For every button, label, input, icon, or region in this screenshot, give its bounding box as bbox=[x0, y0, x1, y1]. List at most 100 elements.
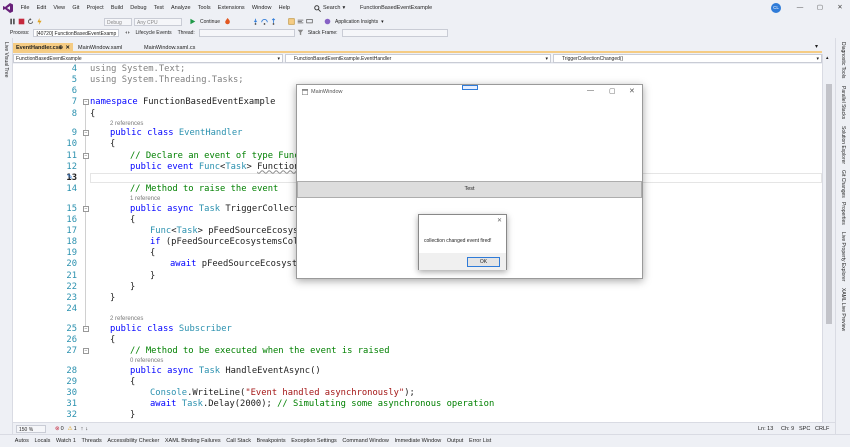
split-icon[interactable]: ▴ bbox=[826, 55, 829, 61]
restart-icon[interactable] bbox=[27, 18, 34, 25]
search-box[interactable]: Search ▾ bbox=[314, 3, 345, 13]
code-line[interactable]: // Declare an event of type Func< bbox=[130, 151, 305, 161]
code-line[interactable]: } bbox=[110, 293, 115, 303]
menu-extensions[interactable]: Extensions bbox=[214, 0, 248, 16]
properties-tab[interactable]: Properties bbox=[840, 202, 846, 225]
tool-tab-breakpoints[interactable]: Breakpoints bbox=[254, 435, 289, 447]
step-out-icon[interactable] bbox=[270, 18, 277, 25]
tab-mainwindow-xaml[interactable]: MainWindow.xaml bbox=[75, 43, 125, 53]
xaml-live-preview-tab[interactable]: XAML Live Preview bbox=[840, 288, 846, 331]
code-line[interactable]: } bbox=[150, 271, 155, 281]
continue-button[interactable]: Continue bbox=[200, 19, 220, 25]
parallel-stacks-tab[interactable]: Parallel Stacks bbox=[840, 86, 846, 119]
code-line[interactable]: { bbox=[110, 335, 115, 345]
codelens-references[interactable]: 0 references bbox=[130, 358, 163, 364]
menu-debug[interactable]: Debug bbox=[127, 0, 150, 16]
tool-tab-autos[interactable]: Autos bbox=[12, 435, 32, 447]
menu-edit[interactable]: Edit bbox=[33, 0, 50, 16]
configuration-dropdown[interactable]: Debug bbox=[104, 17, 132, 26]
highlight-icon[interactable] bbox=[288, 18, 295, 25]
code-line[interactable]: { bbox=[110, 139, 115, 149]
status-crlf[interactable]: CRLF bbox=[815, 426, 829, 432]
tool-tab-exception-settings[interactable]: Exception Settings bbox=[288, 435, 339, 447]
nav-down-icon[interactable]: ↓ bbox=[85, 426, 88, 432]
thread-dropdown[interactable] bbox=[198, 28, 295, 37]
close-icon[interactable]: ✕ bbox=[65, 43, 70, 53]
nav-up-icon[interactable]: ↑ bbox=[81, 426, 84, 432]
warning-count[interactable]: 1 bbox=[74, 426, 77, 432]
format-icon[interactable] bbox=[297, 18, 304, 25]
codelens-references[interactable]: 2 references bbox=[110, 316, 143, 322]
insights-icon[interactable] bbox=[324, 18, 331, 25]
menu-analyze[interactable]: Analyze bbox=[167, 0, 194, 16]
pin-icon[interactable]: ⊕ bbox=[58, 43, 63, 53]
menu-build[interactable]: Build bbox=[107, 0, 126, 16]
vertical-scrollbar[interactable]: ▴ bbox=[822, 54, 835, 422]
code-line[interactable]: // Method to raise the event bbox=[130, 184, 278, 194]
tool-tab-immediate-window[interactable]: Immediate Window bbox=[392, 435, 444, 447]
tool-tab-error-list[interactable]: Error List bbox=[466, 435, 494, 447]
menu-git[interactable]: Git bbox=[69, 0, 83, 16]
tab-overflow-chevron-icon[interactable]: ▾ bbox=[815, 43, 818, 50]
close-window-button[interactable]: ✕ bbox=[830, 0, 850, 16]
codelens-references[interactable]: 1 reference bbox=[130, 196, 160, 202]
type-dropdown[interactable]: FunctionBasedEventExample.EventHandler ▾ bbox=[285, 54, 551, 63]
menu-window[interactable]: Window bbox=[248, 0, 275, 16]
status-spc[interactable]: SPC bbox=[799, 426, 810, 432]
comment-icon[interactable] bbox=[306, 18, 313, 25]
minimize-button[interactable]: — bbox=[790, 0, 810, 16]
pause-icon[interactable] bbox=[9, 18, 16, 25]
code-line[interactable]: public async Task TriggerCollecti bbox=[130, 204, 305, 214]
account-avatar[interactable]: CL bbox=[771, 3, 781, 13]
tool-tab-output[interactable]: Output bbox=[444, 435, 466, 447]
close-icon[interactable]: ✕ bbox=[629, 87, 635, 95]
collapse-toggle-icon[interactable]: − bbox=[83, 205, 89, 212]
application-insights-button[interactable]: Application Insights bbox=[335, 19, 378, 25]
project-dropdown[interactable]: FunctionBasedEventExample ▾ bbox=[13, 54, 283, 63]
collapse-toggle-icon[interactable]: − bbox=[83, 325, 89, 332]
code-line[interactable]: // Method to be executed when the event … bbox=[130, 346, 390, 356]
continue-icon[interactable] bbox=[189, 18, 196, 25]
menu-project[interactable]: Project bbox=[83, 0, 107, 16]
tab-eventhandler-cs[interactable]: EventHandler.cs ⊕ ✕ bbox=[13, 43, 73, 53]
ok-button[interactable]: OK bbox=[467, 257, 500, 267]
quick-actions-brush-icon[interactable]: ✎ bbox=[67, 173, 73, 181]
process-dropdown[interactable]: [40720] FunctionBasedEventExamp bbox=[33, 28, 120, 37]
code-line[interactable]: if (pFeedSourceEcosystemsColl bbox=[150, 237, 304, 247]
menu-test[interactable]: Test bbox=[150, 0, 167, 16]
tool-tab-call-stack[interactable]: Call Stack bbox=[223, 435, 253, 447]
code-line[interactable]: public class Subscriber bbox=[110, 324, 232, 334]
code-line[interactable]: Func<Task> pFeedSourceEcosyst bbox=[150, 226, 304, 236]
code-line[interactable]: { bbox=[150, 248, 155, 258]
maximize-icon[interactable]: ▢ bbox=[609, 87, 616, 95]
tool-tab-locals[interactable]: Locals bbox=[32, 435, 54, 447]
code-line[interactable]: public event Func<Task> FunctionE bbox=[130, 162, 305, 172]
code-line[interactable]: { bbox=[130, 215, 135, 225]
code-line[interactable]: } bbox=[130, 282, 135, 292]
step-into-icon[interactable] bbox=[252, 18, 259, 25]
code-line[interactable]: await pFeedSourceEcosyste bbox=[170, 259, 302, 269]
code-line[interactable]: namespace FunctionBasedEventExample bbox=[90, 97, 275, 107]
code-line[interactable]: using System.Text; bbox=[90, 64, 185, 74]
collapse-toggle-icon[interactable]: − bbox=[83, 347, 89, 354]
code-line[interactable]: public class EventHandler bbox=[110, 128, 242, 138]
tool-tab-command-window[interactable]: Command Window bbox=[340, 435, 392, 447]
lifecycle-events-button[interactable]: Lifecycle Events bbox=[135, 30, 171, 36]
menu-help[interactable]: Help bbox=[275, 0, 294, 16]
xaml-toolbar-handle[interactable] bbox=[462, 85, 478, 90]
step-over-icon[interactable] bbox=[261, 18, 268, 25]
member-dropdown[interactable]: TriggerCollectionChanged() ▾ bbox=[553, 54, 822, 63]
diagnostic-tools-tab[interactable]: Diagnostic Tools bbox=[840, 42, 846, 78]
code-line[interactable]: using System.Threading.Tasks; bbox=[90, 75, 244, 85]
code-line[interactable]: { bbox=[90, 109, 95, 119]
code-line[interactable]: await Task.Delay(2000); // Simulating so… bbox=[150, 399, 494, 409]
chevron-down-icon[interactable]: ▾ bbox=[381, 19, 384, 25]
filter-icon[interactable] bbox=[297, 29, 304, 36]
tab-mainwindow-xaml-cs[interactable]: MainWindow.xaml.cs bbox=[141, 43, 198, 53]
tool-tab-watch-1[interactable]: Watch 1 bbox=[53, 435, 79, 447]
tool-tab-threads[interactable]: Threads bbox=[79, 435, 105, 447]
menu-view[interactable]: View bbox=[50, 0, 69, 16]
collapse-toggle-icon[interactable]: − bbox=[83, 130, 89, 137]
collapse-toggle-icon[interactable]: − bbox=[83, 99, 89, 106]
platform-dropdown[interactable]: Any CPU bbox=[134, 17, 182, 26]
